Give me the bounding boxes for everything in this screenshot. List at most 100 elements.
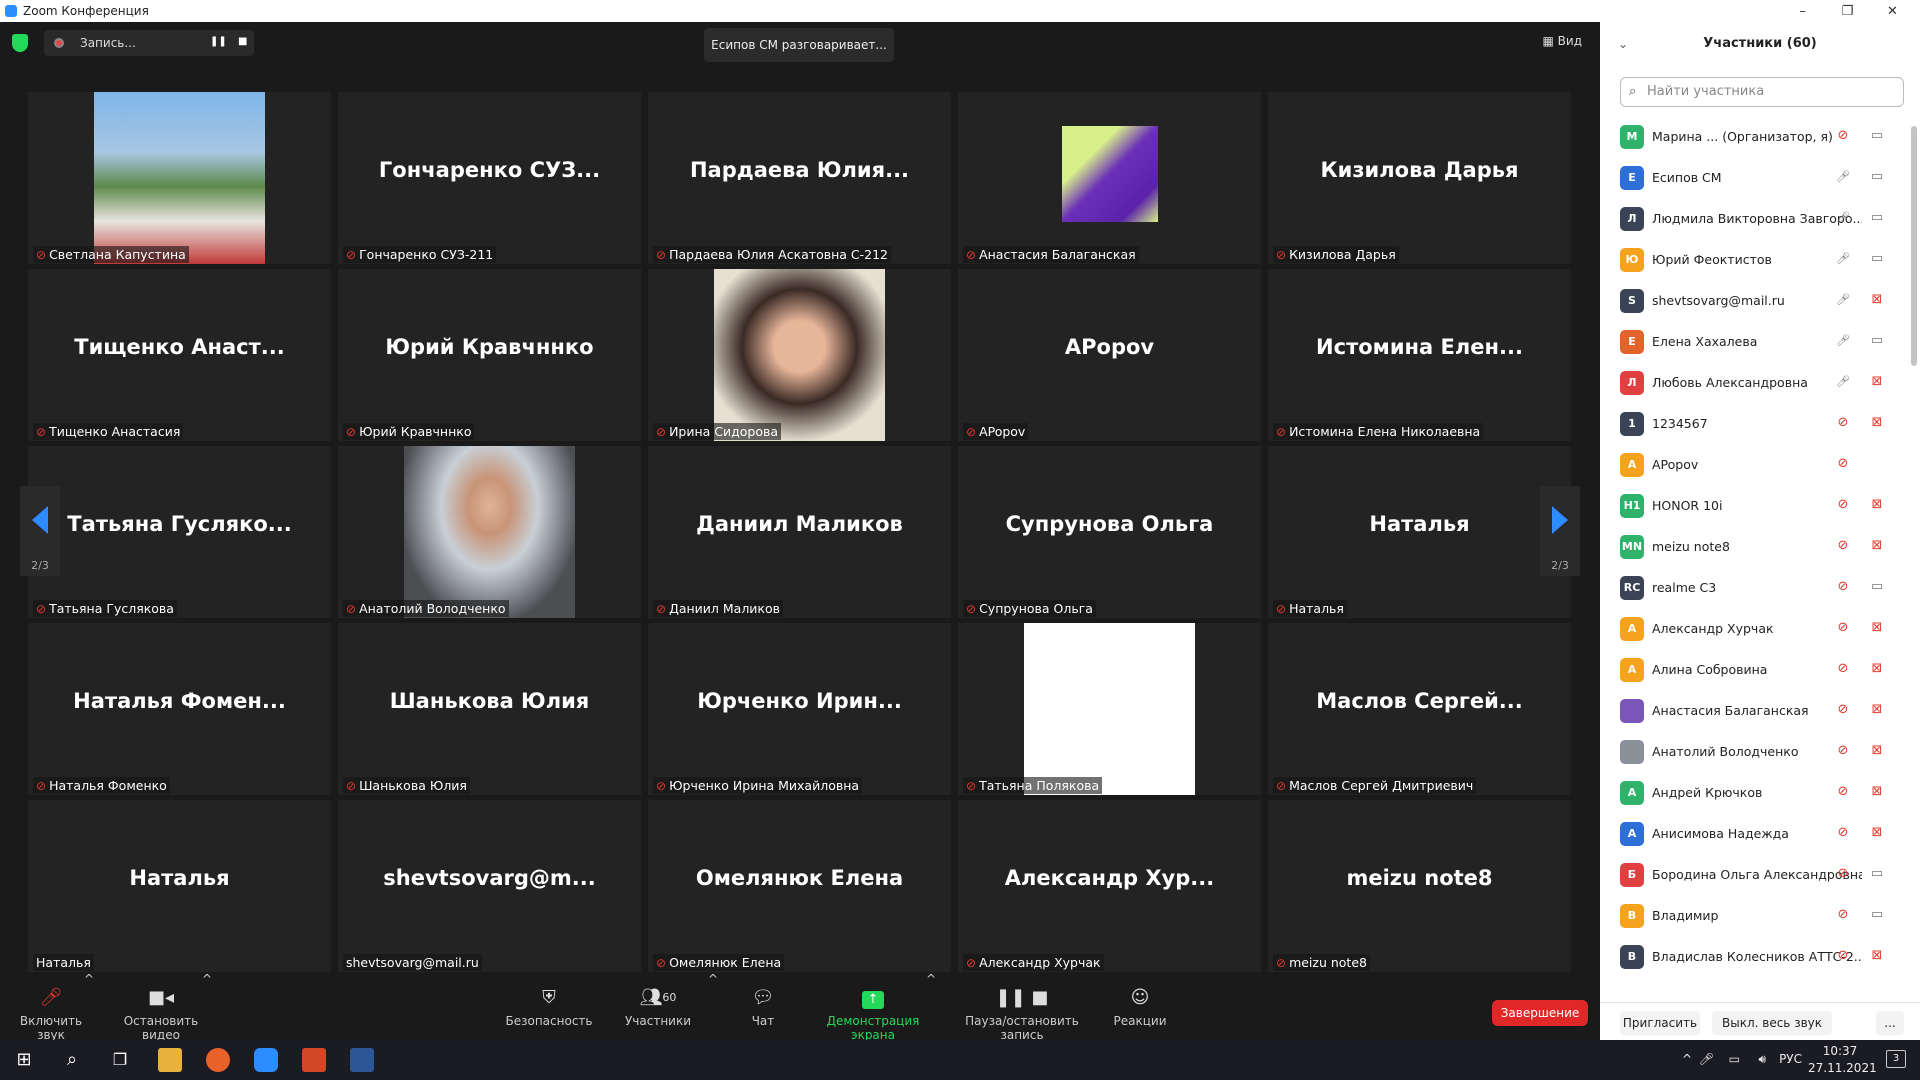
mic-icon[interactable]: 🎤︎	[1836, 292, 1850, 308]
share-screen-button[interactable]: ↑ Демонстрация экрана	[808, 972, 938, 1042]
mic-icon[interactable]: 🎤︎	[1836, 333, 1850, 349]
camera-off-icon[interactable]: ⊠	[1868, 784, 1886, 800]
mic-muted-icon[interactable]: ⊘	[1836, 948, 1850, 964]
participant-row[interactable]: RC realme C3 ⊘ ▭	[1600, 567, 1920, 608]
mic-muted-icon[interactable]: ⊘	[1836, 456, 1850, 472]
participant-row[interactable]: Анатолий Володченко ⊘ ⊠	[1600, 731, 1920, 772]
notifications-icon[interactable]: 3	[1886, 1050, 1906, 1068]
participant-row[interactable]: MN meizu note8 ⊘ ⊠	[1600, 526, 1920, 567]
video-tile[interactable]: ⊘ Ирина Сидорова	[648, 269, 951, 441]
mic-muted-icon[interactable]: ⊘	[1836, 497, 1850, 513]
pause-stop-record-button[interactable]: ❚❚ ■ Пауза/остановить запись	[950, 972, 1094, 1043]
mic-muted-icon[interactable]: ⊘	[1836, 825, 1850, 841]
audio-options-caret[interactable]: ^	[84, 972, 94, 1040]
powerpoint-icon[interactable]	[302, 1048, 326, 1072]
video-tile[interactable]: ⊘ Светлана Капустина	[28, 92, 331, 264]
video-tile[interactable]: Омелянюк Елена ⊘ Омелянюк Елена	[648, 800, 951, 972]
mic-muted-icon[interactable]: ⊘	[1836, 579, 1850, 595]
zoom-app-icon[interactable]	[254, 1048, 278, 1072]
mic-muted-icon[interactable]: ⊘	[1836, 538, 1850, 554]
share-options-caret[interactable]: ^	[926, 972, 936, 1040]
camera-icon[interactable]: ▭	[1868, 251, 1886, 267]
camera-icon[interactable]: ▭	[1868, 866, 1886, 882]
unmute-button[interactable]: 🎤︎ Включить звук	[6, 972, 96, 1043]
participant-row[interactable]: М Марина ... (Организатор, я) ⊘ ▭	[1600, 116, 1920, 157]
previous-page-button[interactable]: 2/3	[20, 486, 60, 576]
security-button[interactable]: ⛨ Безопасность	[504, 972, 594, 1040]
camera-icon[interactable]: ▭	[1868, 333, 1886, 349]
video-tile[interactable]: Александр Хур... ⊘ Александр Хурчак	[958, 800, 1261, 972]
security-shield-icon[interactable]	[12, 34, 28, 52]
pause-record-icon[interactable]: ❚❚	[210, 37, 227, 47]
participant-row[interactable]: В Владимир ⊘ ▭	[1600, 895, 1920, 936]
video-tile[interactable]: Пардаева Юлия... ⊘ Пардаева Юлия Аскатовна…	[648, 92, 951, 264]
participant-row[interactable]: H1 HONOR 10i ⊘ ⊠	[1600, 485, 1920, 526]
camera-icon[interactable]: ▭	[1868, 907, 1886, 923]
camera-off-icon[interactable]: ⊠	[1868, 374, 1886, 390]
mic-icon[interactable]: 🎤︎	[1836, 210, 1850, 226]
participant-row[interactable]: A APopov ⊘	[1600, 444, 1920, 485]
more-options-button[interactable]: ...	[1876, 1011, 1904, 1035]
video-tile[interactable]: APopov ⊘ APopov	[958, 269, 1261, 441]
camera-off-icon[interactable]: ⊠	[1868, 620, 1886, 636]
minimize-button[interactable]: –	[1780, 0, 1825, 22]
volume-icon[interactable]: 🔊︎	[1758, 1052, 1766, 1067]
camera-off-icon[interactable]: ⊠	[1868, 743, 1886, 759]
mic-icon[interactable]: 🎤︎	[1836, 169, 1850, 185]
clock-date[interactable]: 27.11.2021	[1808, 1061, 1877, 1075]
camera-icon[interactable]: ▭	[1868, 128, 1886, 144]
invite-button[interactable]: Пригласить	[1620, 1011, 1700, 1035]
video-tile[interactable]: ⊘ Анатолий Володченко	[338, 446, 641, 618]
camera-off-icon[interactable]: ⊠	[1868, 415, 1886, 431]
mute-all-button[interactable]: Выкл. весь звук	[1712, 1011, 1832, 1035]
mic-muted-icon[interactable]: ⊘	[1836, 620, 1850, 636]
language-indicator[interactable]: РУС	[1779, 1052, 1802, 1066]
participant-row[interactable]: А Андрей Крючков ⊘ ⊠	[1600, 772, 1920, 813]
file-explorer-icon[interactable]	[158, 1048, 182, 1072]
participants-scrollbar[interactable]	[1911, 126, 1917, 366]
video-tile[interactable]: Наталья ⊘ Наталья	[1268, 446, 1571, 618]
participants-button[interactable]: 👥︎60 Участники	[618, 972, 698, 1040]
close-button[interactable]: ✕	[1870, 0, 1915, 22]
video-tile[interactable]: ⊘ Татьяна Полякова	[958, 623, 1261, 795]
video-tile[interactable]: Шанькова Юлия ⊘ Шанькова Юлия	[338, 623, 641, 795]
video-tile[interactable]: Наталья Наталья	[28, 800, 331, 972]
video-tile[interactable]: Даниил Маликов ⊘ Даниил Маликов	[648, 446, 951, 618]
camera-icon[interactable]: ▭	[1868, 579, 1886, 595]
participant-row[interactable]: А Анисимова Надежда ⊘ ⊠	[1600, 813, 1920, 854]
participant-row[interactable]: А Алина Собровина ⊘ ⊠	[1600, 649, 1920, 690]
task-view-icon[interactable]: ❐	[108, 1048, 132, 1072]
video-tile[interactable]: Юрченко Ирин... ⊘ Юрченко Ирина Михайловна	[648, 623, 951, 795]
search-icon[interactable]: ⌕	[60, 1048, 84, 1072]
clock-time[interactable]: 10:37	[1808, 1044, 1872, 1058]
camera-off-icon[interactable]: ⊠	[1868, 825, 1886, 841]
restore-button[interactable]: ❐	[1825, 0, 1870, 22]
end-meeting-button[interactable]: Завершение	[1492, 1000, 1588, 1026]
mic-muted-icon[interactable]: ⊘	[1836, 907, 1850, 923]
participant-row[interactable]: 1 1234567 ⊘ ⊠	[1600, 403, 1920, 444]
video-tile[interactable]: Кизилова Дарья ⊘ Кизилова Дарья	[1268, 92, 1571, 264]
mic-icon[interactable]: 🎤︎	[1836, 251, 1850, 267]
camera-off-icon[interactable]: ⊠	[1868, 661, 1886, 677]
mic-muted-icon[interactable]: ⊘	[1836, 415, 1850, 431]
video-tile[interactable]: Супрунова Ольга ⊘ Супрунова Ольга	[958, 446, 1261, 618]
mic-tray-icon[interactable]: 🎤︎	[1699, 1052, 1714, 1066]
chat-button[interactable]: 💬︎ Чат	[735, 972, 791, 1040]
video-tile[interactable]: Юрий Кравчннко ⊘ Юрий Кравчннко	[338, 269, 641, 441]
video-tile[interactable]: Тищенко Анаст... ⊘ Тищенко Анастасия	[28, 269, 331, 441]
windows-start-icon[interactable]: ⊞	[12, 1048, 36, 1072]
firefox-icon[interactable]	[206, 1048, 230, 1072]
collapse-panel-icon[interactable]: ⌄	[1618, 22, 1628, 66]
participant-row[interactable]: А Александр Хурчак ⊘ ⊠	[1600, 608, 1920, 649]
mic-muted-icon[interactable]: ⊘	[1836, 784, 1850, 800]
participant-row[interactable]: Л Людмила Викторовна Завгоро... 🎤︎ ▭	[1600, 198, 1920, 239]
view-button[interactable]: ▦ Вид	[1543, 34, 1582, 48]
participant-row[interactable]: Е Есипов СМ 🎤︎ ▭	[1600, 157, 1920, 198]
participant-row[interactable]: Sshevtsovarg@mail.ru 🎤︎ ⊠	[1600, 280, 1920, 321]
video-tile[interactable]: Истомина Елен... ⊘ Истомина Елена Николаев…	[1268, 269, 1571, 441]
mic-muted-icon[interactable]: ⊘	[1836, 866, 1850, 882]
mic-muted-icon[interactable]: ⊘	[1836, 702, 1850, 718]
participant-row[interactable]: Е Елена Хахалева 🎤︎ ▭	[1600, 321, 1920, 362]
participant-row[interactable]: Анастасия Балаганская ⊘ ⊠	[1600, 690, 1920, 731]
video-tile[interactable]: Наталья Фомен... ⊘ Наталья Фоменко	[28, 623, 331, 795]
